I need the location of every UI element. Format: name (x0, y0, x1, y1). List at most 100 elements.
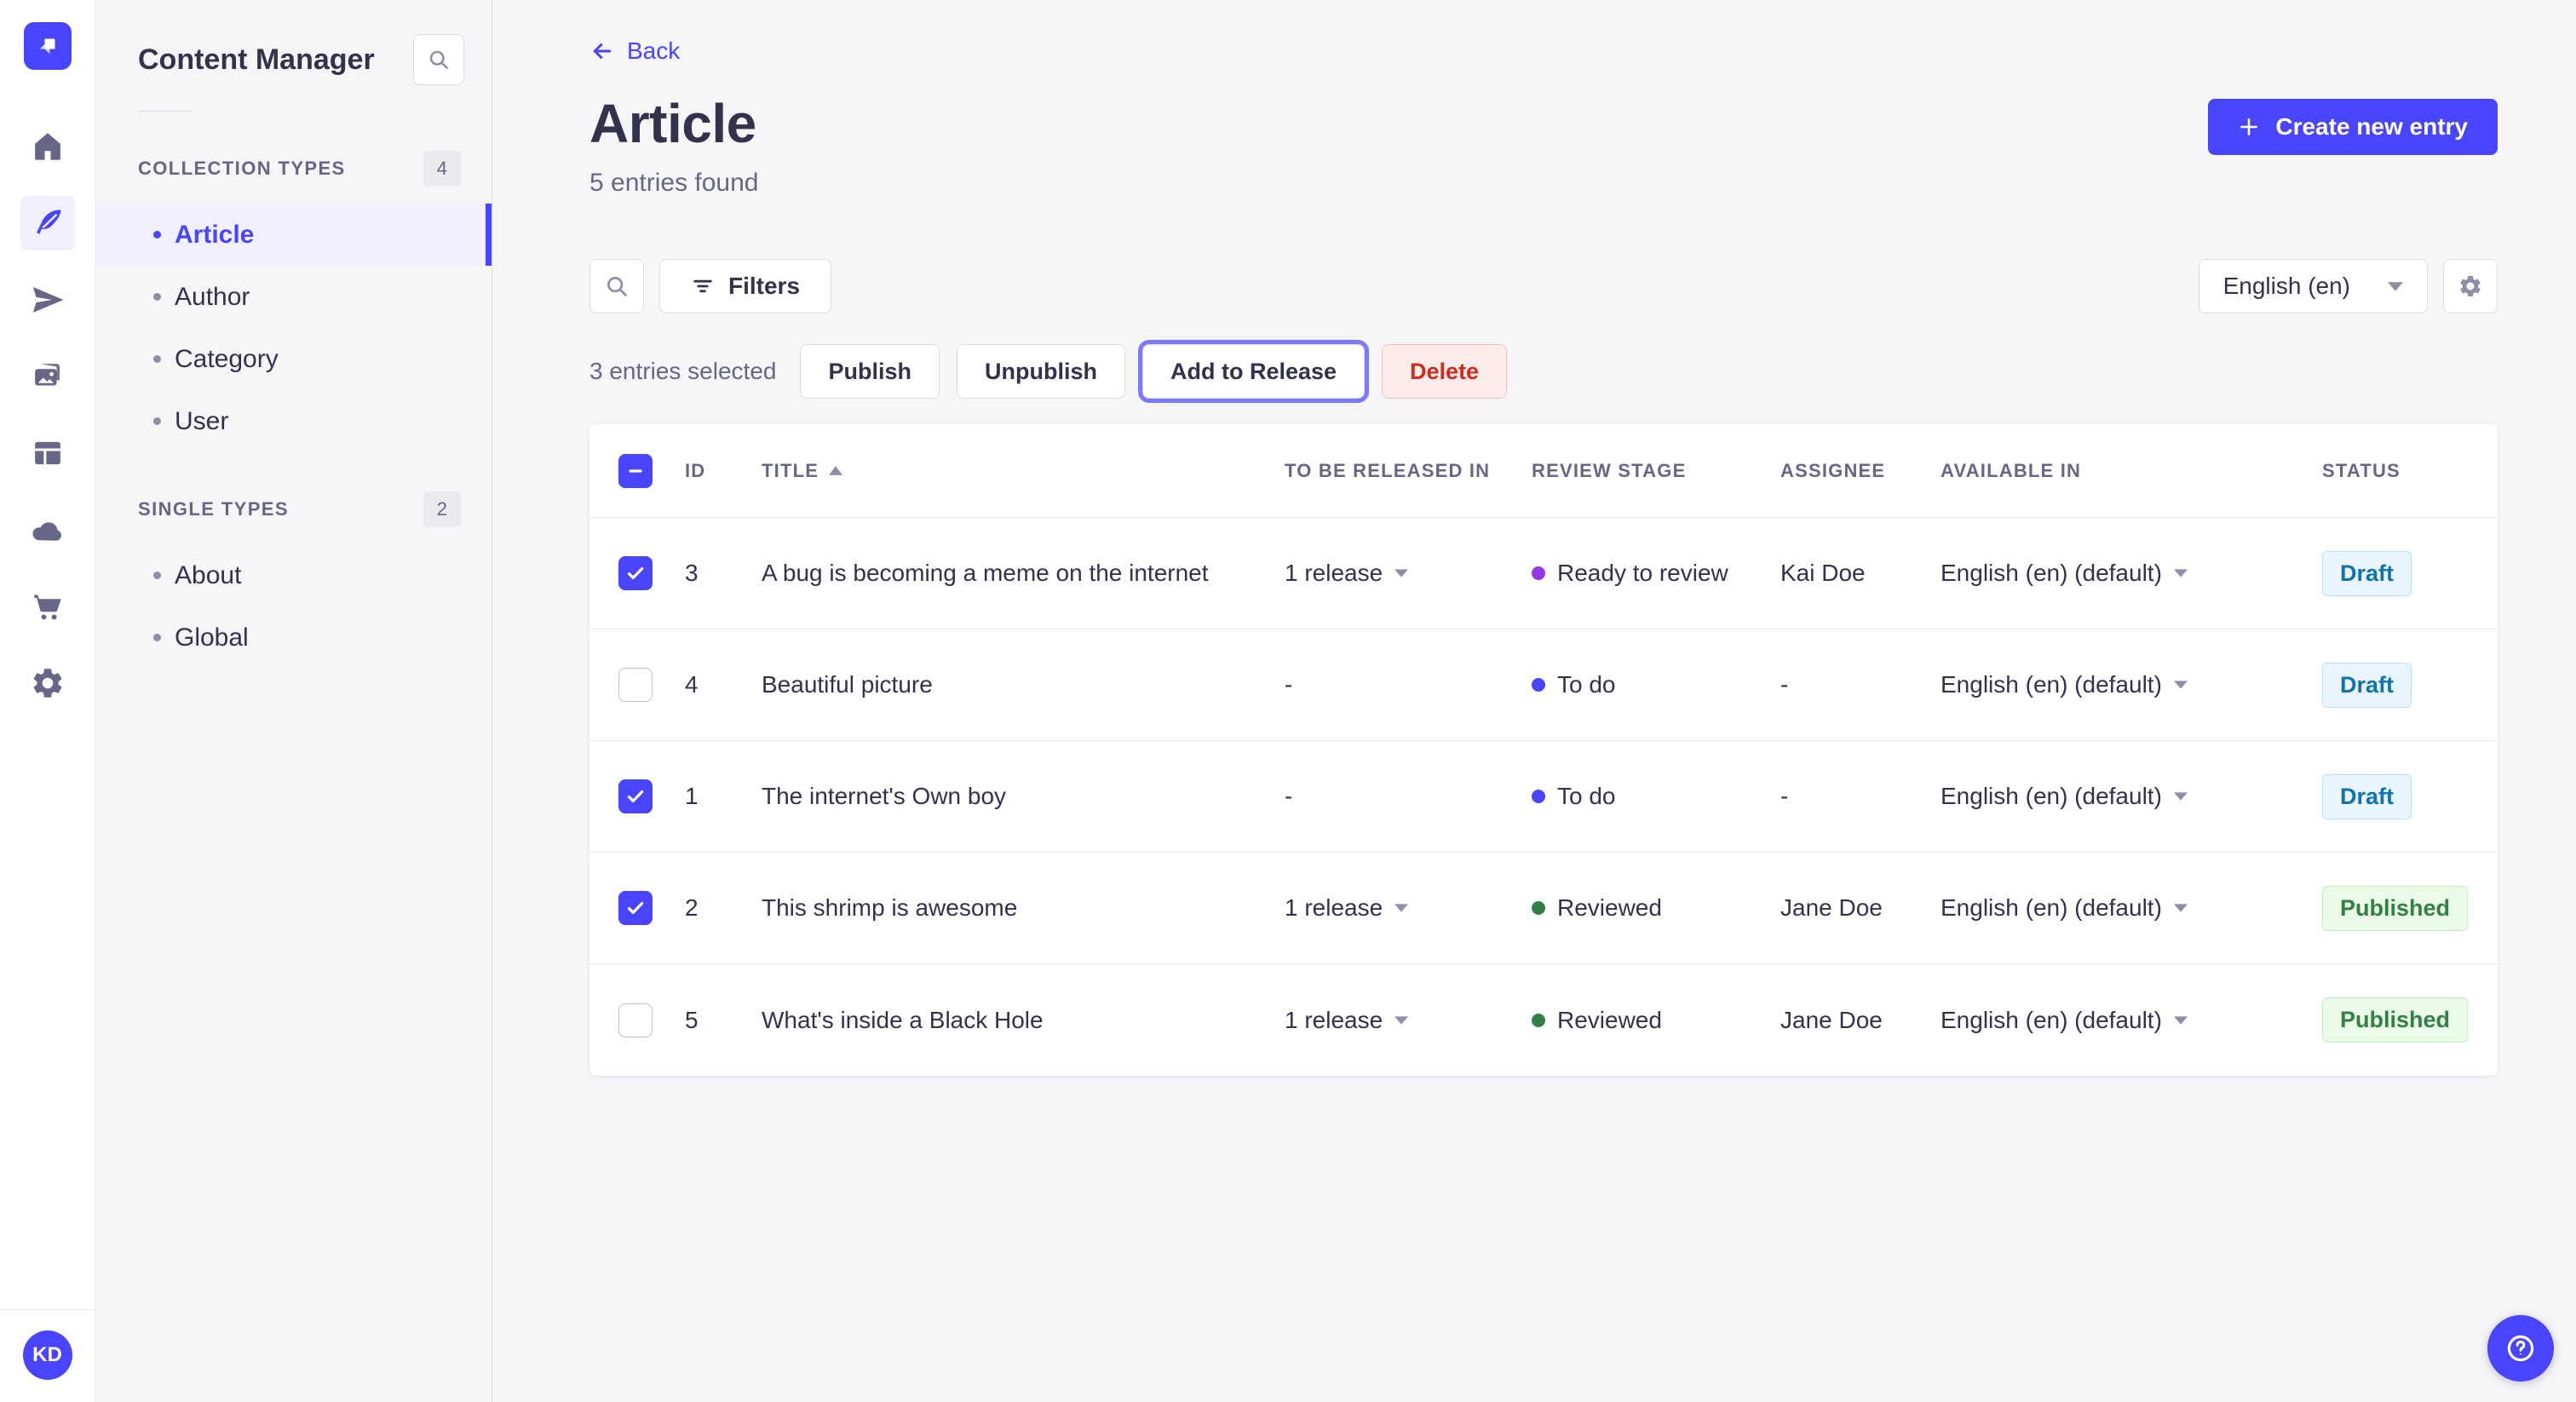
help-button[interactable] (2487, 1315, 2554, 1382)
table-row[interactable]: 4 Beautiful picture - To do - English (en) (d… (589, 629, 2498, 741)
chevron-down-icon (2173, 681, 2188, 689)
section-label: SINGLE TYPES (138, 498, 289, 520)
release-dropdown[interactable]: 1 release (1285, 560, 1532, 587)
delete-button[interactable]: Delete (1382, 344, 1508, 399)
releases-icon[interactable] (20, 273, 75, 327)
column-header-review-stage[interactable]: REVIEW STAGE (1532, 460, 1780, 482)
sidebar-item-label: Article (175, 220, 255, 249)
stage-dot-icon (1532, 790, 1545, 803)
stage-dot-icon (1532, 901, 1545, 915)
chevron-down-icon (2173, 904, 2188, 912)
column-header-title[interactable]: TITLE (762, 460, 1285, 482)
locale-dropdown[interactable]: English (en) (default) (1941, 1007, 2322, 1034)
view-settings-button[interactable] (2443, 259, 2498, 313)
deploy-cloud-icon[interactable] (20, 503, 75, 557)
content-manager-icon[interactable] (20, 196, 75, 250)
stage-dot-icon (1532, 1013, 1545, 1027)
bullet-icon (153, 231, 161, 238)
table-row[interactable]: 2 This shrimp is awesome 1 release Reviewed… (589, 853, 2498, 964)
sidebar-divider (138, 111, 191, 112)
release-cell: - (1285, 783, 1293, 809)
sidebar-section: SINGLE TYPES 2 About Global (95, 491, 492, 669)
title-cell: What's inside a Black Hole (762, 1006, 1044, 1033)
marketplace-icon[interactable] (20, 579, 75, 634)
sort-asc-icon (829, 466, 843, 475)
user-avatar[interactable]: KD (22, 1330, 72, 1380)
id-cell: 4 (685, 671, 699, 698)
table-row[interactable]: 1 The internet's Own boy - To do - English (e… (589, 741, 2498, 853)
row-checkbox[interactable] (618, 779, 653, 813)
release-dropdown[interactable]: 1 release (1285, 894, 1532, 922)
sidebar-item-about[interactable]: About (95, 544, 492, 606)
page-title: Article (589, 93, 756, 154)
release-cell: - (1285, 671, 1293, 698)
column-header-id[interactable]: ID (685, 460, 762, 482)
assignee-cell: Kai Doe (1780, 560, 1866, 586)
title-cell: Beautiful picture (762, 671, 933, 698)
search-icon (429, 50, 448, 69)
bullet-icon (153, 417, 161, 425)
status-cell: Published (2322, 885, 2469, 931)
sidebar-item-label: Category (175, 344, 279, 373)
sidebar-item-article[interactable]: Article (95, 204, 492, 266)
row-checkbox[interactable] (618, 891, 653, 925)
plus-icon (2240, 118, 2258, 135)
content-type-builder-icon[interactable] (20, 426, 75, 480)
select-all-checkbox[interactable] (618, 453, 653, 488)
nav-icon-list (20, 119, 75, 710)
bullet-icon (153, 355, 161, 363)
table-row[interactable]: 3 A bug is becoming a meme on the interne… (589, 518, 2498, 629)
id-cell: 5 (685, 1006, 699, 1033)
publish-button[interactable]: Publish (800, 344, 940, 399)
chevron-down-icon (1394, 904, 1409, 912)
selection-bar: 3 entries selected Publish Unpublish Add… (589, 344, 2498, 399)
row-checkbox[interactable] (618, 668, 653, 702)
locale-dropdown[interactable]: English (en) (default) (1941, 671, 2322, 698)
back-link[interactable]: Back (589, 37, 680, 65)
locale-dropdown[interactable]: English (en) (default) (1941, 783, 2322, 810)
strapi-logo[interactable] (23, 22, 72, 70)
search-button[interactable] (589, 259, 644, 313)
table-body: 3 A bug is becoming a meme on the interne… (589, 518, 2498, 1076)
stage-dot-icon (1532, 678, 1545, 692)
locale-select[interactable]: English (en) (2198, 259, 2428, 313)
status-badge: Draft (2322, 550, 2412, 596)
status-badge: Draft (2322, 773, 2412, 819)
sidebar-title: Content Manager (138, 43, 375, 76)
title-cell: A bug is becoming a meme on the internet (762, 560, 1209, 586)
locale-dropdown[interactable]: English (en) (default) (1941, 560, 2322, 587)
sidebar-section: COLLECTION TYPES 4 Article Author Category Us… (95, 151, 492, 452)
locale-dropdown[interactable]: English (en) (default) (1941, 894, 2322, 922)
column-header-status[interactable]: STATUS (2322, 460, 2469, 482)
strapi-logo-icon (39, 38, 55, 55)
status-cell: Published (2322, 997, 2469, 1043)
media-library-icon[interactable] (20, 349, 75, 404)
sidebar-item-category[interactable]: Category (95, 328, 492, 390)
assignee-cell: Jane Doe (1780, 1006, 1883, 1033)
chevron-down-icon (2173, 569, 2188, 577)
unpublish-button[interactable]: Unpublish (956, 344, 1125, 399)
sidebar-item-global[interactable]: Global (95, 606, 492, 669)
sidebar-item-author[interactable]: Author (95, 266, 492, 328)
title-cell: The internet's Own boy (762, 783, 1007, 809)
selection-count: 3 entries selected (589, 358, 777, 384)
column-header-available-in[interactable]: AVAILABLE IN (1941, 460, 2322, 482)
row-checkbox[interactable] (618, 1003, 653, 1037)
column-header-assignee[interactable]: ASSIGNEE (1780, 460, 1941, 482)
row-checkbox[interactable] (618, 556, 653, 590)
status-cell: Draft (2322, 662, 2469, 708)
filters-button[interactable]: Filters (659, 259, 832, 313)
release-dropdown[interactable]: 1 release (1285, 1007, 1532, 1034)
bullet-icon (153, 572, 161, 579)
sidebar-item-user[interactable]: User (95, 390, 492, 452)
table-row[interactable]: 5 What's inside a Black Hole 1 release Revi… (589, 964, 2498, 1076)
create-new-entry-button[interactable]: Create new entry (2208, 99, 2498, 155)
assignee-cell: - (1780, 671, 1789, 698)
toolbar: Filters English (en) (589, 259, 2498, 313)
home-icon[interactable] (20, 119, 75, 174)
column-header-to-be-released-in[interactable]: TO BE RELEASED IN (1285, 460, 1532, 482)
add-to-release-button[interactable]: Add to Release (1141, 344, 1366, 399)
review-stage-cell: To do (1532, 783, 1780, 810)
settings-icon[interactable] (20, 656, 75, 710)
sidebar-search-button[interactable] (413, 34, 464, 85)
